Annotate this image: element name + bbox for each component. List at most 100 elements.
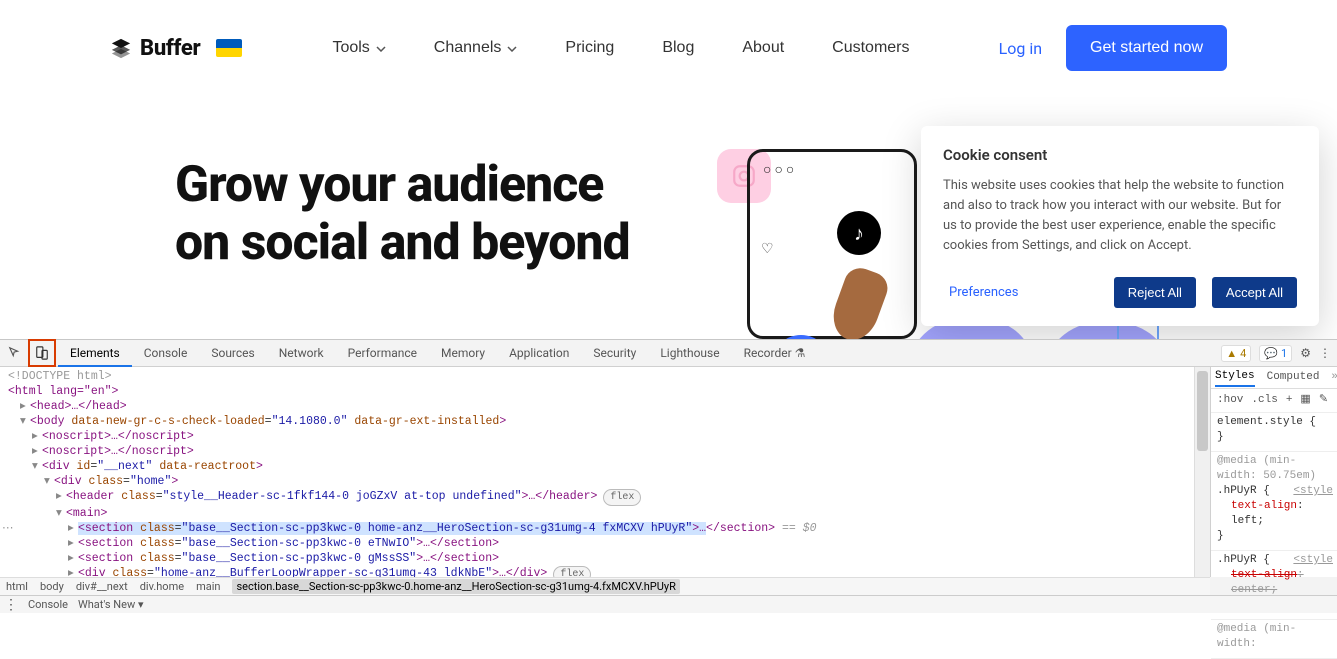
more-icon[interactable]: » [1331, 370, 1337, 385]
messages-badge[interactable]: 💬1 [1259, 345, 1292, 362]
dom-line[interactable]: <head>…</head> [8, 399, 1210, 414]
devtools-right: ▲4 💬1 ⚙ ⋮ [1221, 345, 1337, 362]
tab-security[interactable]: Security [581, 340, 648, 367]
add-rule-button[interactable]: + [1286, 393, 1293, 408]
messages-count: 1 [1281, 347, 1287, 360]
style-rule[interactable]: @media (min-width: 50.75em) .hPUyR {<sty… [1211, 452, 1337, 551]
nav-blog[interactable]: Blog [662, 39, 694, 57]
hand-icon [826, 264, 892, 339]
source-link[interactable]: <style [1293, 484, 1333, 499]
tab-memory[interactable]: Memory [429, 340, 497, 367]
dom-line[interactable]: <noscript>…</noscript> [8, 444, 1210, 459]
inspect-icon[interactable] [4, 342, 26, 364]
dom-line[interactable]: <!DOCTYPE html> [8, 369, 1210, 384]
dom-line[interactable]: <div class="home"> [8, 474, 1210, 489]
crumb[interactable]: div#__next [76, 580, 128, 593]
dom-line[interactable]: <main> [8, 506, 1210, 521]
scrollbar-thumb[interactable] [1197, 371, 1208, 451]
tab-elements[interactable]: Elements [58, 340, 132, 367]
disclosure-icon[interactable] [20, 400, 30, 413]
disclosure-icon[interactable] [56, 490, 66, 503]
selector: element.style { [1217, 415, 1333, 430]
drawer-tab-console[interactable]: Console [28, 598, 68, 611]
dom-line-selected[interactable]: ⋯<section class="base__Section-sc-pp3kwc… [8, 521, 1210, 536]
prop-name: text-align [1231, 500, 1297, 512]
tab-lighthouse[interactable]: Lighthouse [648, 340, 731, 367]
dom-line[interactable]: <noscript>…</noscript> [8, 429, 1210, 444]
media-query: @media (min-width: [1217, 622, 1333, 652]
style-rule[interactable]: @media (min-width: [1211, 620, 1337, 659]
dom-line[interactable]: <html lang="en"> [8, 384, 1210, 399]
drawer-whatsnew-label: What's New [78, 598, 135, 611]
cookie-body: This website uses cookies that help the … [943, 176, 1297, 257]
layout-icon[interactable]: ▦ [1300, 393, 1310, 408]
tab-console[interactable]: Console [132, 340, 200, 367]
scrollbar[interactable] [1194, 367, 1210, 577]
warning-icon: ▲ [1226, 347, 1237, 360]
warnings-badge[interactable]: ▲4 [1221, 345, 1251, 362]
cookie-accept-button[interactable]: Accept All [1212, 277, 1297, 308]
disclosure-icon[interactable] [32, 445, 42, 458]
disclosure-icon[interactable] [68, 552, 78, 565]
style-rule[interactable]: element.style { } [1211, 413, 1337, 452]
cls-toggle[interactable]: .cls [1251, 393, 1277, 408]
styles-toolbar: :hov .cls + ▦ ✎ [1211, 389, 1337, 413]
disclosure-icon[interactable] [32, 430, 42, 443]
nav: Buffer Tools Channels Pricing Blog About… [0, 0, 1337, 96]
crumb[interactable]: body [40, 580, 64, 593]
nav-customers[interactable]: Customers [832, 39, 909, 57]
flex-badge[interactable]: flex [603, 489, 641, 506]
nav-channels[interactable]: Channels [434, 39, 518, 57]
disclosure-icon[interactable] [44, 475, 54, 488]
tab-sources[interactable]: Sources [199, 340, 266, 367]
disclosure-icon[interactable] [68, 522, 78, 535]
login-link[interactable]: Log in [999, 39, 1042, 58]
brand-name: Buffer [140, 36, 200, 61]
nav-tools-label: Tools [332, 39, 369, 57]
kebab-icon[interactable]: ⋮ [1319, 346, 1331, 360]
tab-network[interactable]: Network [267, 340, 336, 367]
brush-icon[interactable]: ✎ [1319, 393, 1328, 408]
cookie-preferences-link[interactable]: Preferences [949, 285, 1018, 300]
drawer-tab-whatsnew[interactable]: What's New ▾ [78, 598, 144, 611]
computed-tab[interactable]: Computed [1267, 370, 1320, 385]
dom-line[interactable]: <div class="home-anz__BufferLoopWrapper-… [8, 566, 1210, 577]
nav-about[interactable]: About [742, 39, 784, 57]
dom-line[interactable]: <div id="__next" data-reactroot> [8, 459, 1210, 474]
dom-tree[interactable]: <!DOCTYPE html> <html lang="en"> <head>…… [0, 367, 1210, 577]
disclosure-icon[interactable] [20, 415, 30, 428]
devtools-drawer: ⋮ Console What's New ▾ [0, 595, 1337, 613]
flex-badge[interactable]: flex [553, 566, 591, 577]
tab-recorder[interactable]: Recorder ⚗ [732, 340, 818, 367]
crumb[interactable]: main [196, 580, 220, 593]
nav-right: Log in Get started now [999, 25, 1227, 71]
chevron-down-icon [376, 39, 386, 57]
get-started-button[interactable]: Get started now [1066, 25, 1227, 71]
dom-line[interactable]: <body data-new-gr-c-s-check-loaded="14.1… [8, 414, 1210, 429]
dom-line[interactable]: <section class="base__Section-sc-pp3kwc-… [8, 536, 1210, 551]
nav-tools[interactable]: Tools [332, 39, 385, 57]
brace: } [1217, 430, 1333, 445]
logo[interactable]: Buffer [110, 36, 242, 61]
cookie-reject-button[interactable]: Reject All [1114, 277, 1196, 308]
disclosure-icon[interactable] [56, 507, 66, 520]
gear-icon[interactable]: ⚙ [1300, 346, 1311, 360]
crumb-active[interactable]: section.base__Section-sc-pp3kwc-0.home-a… [232, 579, 679, 594]
disclosure-icon[interactable] [68, 537, 78, 550]
device-toolbar-button[interactable] [28, 339, 56, 367]
hov-toggle[interactable]: :hov [1217, 393, 1243, 408]
tab-application[interactable]: Application [497, 340, 581, 367]
crumb[interactable]: div.home [140, 580, 184, 593]
devtools: Elements Console Sources Network Perform… [0, 339, 1337, 613]
kebab-icon[interactable]: ⋮ [4, 598, 18, 612]
styles-tab[interactable]: Styles [1215, 369, 1255, 387]
nav-pricing[interactable]: Pricing [565, 39, 614, 57]
dom-line[interactable]: <header class="style__Header-sc-1fkf144-… [8, 489, 1210, 506]
source-link[interactable]: <style [1293, 553, 1333, 568]
disclosure-icon[interactable] [68, 567, 78, 577]
dom-line[interactable]: <section class="base__Section-sc-pp3kwc-… [8, 551, 1210, 566]
disclosure-icon[interactable] [32, 460, 42, 473]
tab-performance[interactable]: Performance [336, 340, 429, 367]
crumb[interactable]: html [6, 580, 28, 593]
chevron-down-icon [507, 39, 517, 57]
